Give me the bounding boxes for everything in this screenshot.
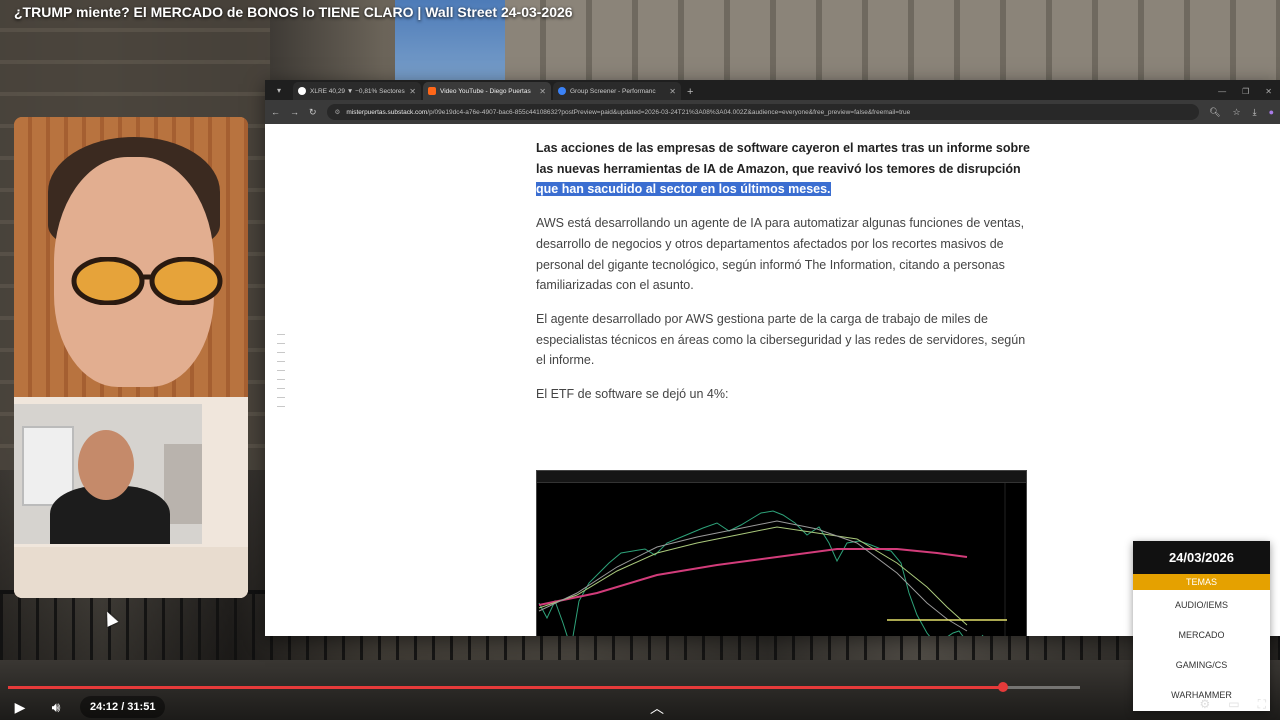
- chart-header-bar: [537, 471, 1026, 483]
- zoom-icon[interactable]: 🔍︎: [1209, 107, 1220, 118]
- browser-tabbar: ▾ XLRE 40,29 ▼ −0,81% Sectores ✕ Video Y…: [265, 80, 1280, 100]
- tab-label: Group Screener - Performanc: [570, 87, 656, 95]
- player-right-controls: ⚙ ▭ ⛶: [1199, 697, 1266, 712]
- video-title: ¿TRUMP miente? El MERCADO de BONOS lo TI…: [14, 4, 573, 20]
- minimize-icon[interactable]: —: [1218, 87, 1226, 96]
- site-info-icon[interactable]: ⚙: [335, 108, 341, 116]
- browser-tab-screener[interactable]: Group Screener - Performanc ✕: [553, 82, 681, 100]
- volume-icon[interactable]: 🔊︎: [38, 694, 74, 720]
- article-paragraph-2: El agente desarrollado por AWS gestiona …: [536, 311, 1026, 368]
- table-of-contents-ticks[interactable]: [277, 334, 285, 415]
- article-lead: Las acciones de las empresas de software…: [536, 138, 1031, 200]
- tab-search-icon[interactable]: ▾: [271, 82, 287, 98]
- back-icon[interactable]: ←: [271, 107, 280, 117]
- close-tab-icon[interactable]: ✕: [669, 87, 676, 96]
- forward-icon[interactable]: →: [290, 107, 299, 117]
- window-controls: — ❐ ✕: [1218, 87, 1280, 96]
- browser-tab-xlre[interactable]: XLRE 40,29 ▼ −0,81% Sectores ✕: [293, 82, 421, 100]
- address-bar-icons: 🔍︎ ☆ ⤓ ●: [1209, 107, 1274, 118]
- price-chart-graphic: [538, 483, 1007, 636]
- time-display: 24:12 / 31:51: [80, 696, 166, 718]
- progress-fill: [8, 686, 1003, 689]
- finviz-icon: [558, 87, 566, 95]
- tab-label: XLRE 40,29 ▼ −0,81% Sectores: [310, 87, 405, 95]
- theater-mode-icon[interactable]: ▭: [1228, 697, 1239, 712]
- etf-chart-image: [536, 470, 1027, 636]
- browser-window: ▾ XLRE 40,29 ▼ −0,81% Sectores ✕ Video Y…: [265, 80, 1280, 636]
- webcam-guest: [14, 404, 202, 544]
- address-bar: ← → ↻ ⚙ misterpuertas.substack.com /p/09…: [265, 100, 1280, 124]
- maximize-icon[interactable]: ❐: [1242, 87, 1249, 96]
- topic-item-mercado: MERCADO: [1178, 630, 1225, 640]
- close-tab-icon[interactable]: ✕: [539, 87, 546, 96]
- tab-label: Video YouTube - Diego Puertas: [440, 87, 531, 95]
- url-field[interactable]: ⚙ misterpuertas.substack.com /p/09e19dc4…: [326, 104, 1200, 120]
- webcam-lower: [14, 547, 248, 598]
- video-frame[interactable]: ¿TRUMP miente? El MERCADO de BONOS lo TI…: [0, 0, 1280, 720]
- article-lead-text: Las acciones de las empresas de software…: [536, 141, 1030, 176]
- play-icon[interactable]: ▶: [2, 694, 38, 720]
- topic-item-gaming: GAMING/CS: [1175, 660, 1228, 670]
- fullscreen-icon[interactable]: ⛶: [1258, 697, 1266, 712]
- webcam-guest-face: [78, 430, 134, 500]
- article-body: Las acciones de las empresas de software…: [536, 138, 1031, 418]
- close-tab-icon[interactable]: ✕: [409, 87, 416, 96]
- article-paragraph-1: AWS está desarrollando un agente de IA p…: [536, 216, 1025, 293]
- new-tab-icon[interactable]: +: [687, 86, 693, 98]
- video-progress-bar[interactable]: [8, 682, 1080, 692]
- extension-icon[interactable]: ●: [1269, 107, 1274, 118]
- close-window-icon[interactable]: ✕: [1265, 87, 1272, 96]
- bookmark-star-icon[interactable]: ☆: [1233, 107, 1241, 118]
- player-controls: ▶ 🔊︎ 24:12 / 31:51: [0, 694, 1280, 720]
- chevron-up-icon[interactable]: ︿: [645, 698, 669, 718]
- browser-tab-video[interactable]: Video YouTube - Diego Puertas ✕: [423, 82, 551, 100]
- tradingview-icon: [298, 87, 306, 95]
- reload-icon[interactable]: ↻: [309, 107, 317, 118]
- topics-header: TEMAS: [1133, 574, 1270, 590]
- background-building: [500, 0, 1280, 90]
- article-paragraph-3: El ETF de software se dejó un 4%:: [536, 387, 729, 402]
- settings-gear-icon[interactable]: ⚙: [1199, 697, 1210, 712]
- topics-card: 24/03/2026 TEMAS AUDIO/IEMS MERCADO GAMI…: [1133, 541, 1270, 711]
- topics-date: 24/03/2026: [1133, 541, 1270, 574]
- sunglasses-icon: [71, 257, 223, 305]
- download-icon[interactable]: ⤓: [1253, 107, 1257, 118]
- url-host: misterpuertas.substack.com: [346, 108, 428, 116]
- substack-icon: [428, 87, 436, 95]
- url-path: /p/09e19dc4-a76e-4907-bac6-855c44108632?…: [427, 108, 911, 116]
- selected-text: que han sacudido al sector en los último…: [536, 182, 831, 197]
- article-page: Las acciones de las empresas de software…: [265, 124, 1280, 636]
- topic-item-audio: AUDIO/IEMS: [1174, 600, 1228, 610]
- progress-scrubber[interactable]: [997, 682, 1008, 692]
